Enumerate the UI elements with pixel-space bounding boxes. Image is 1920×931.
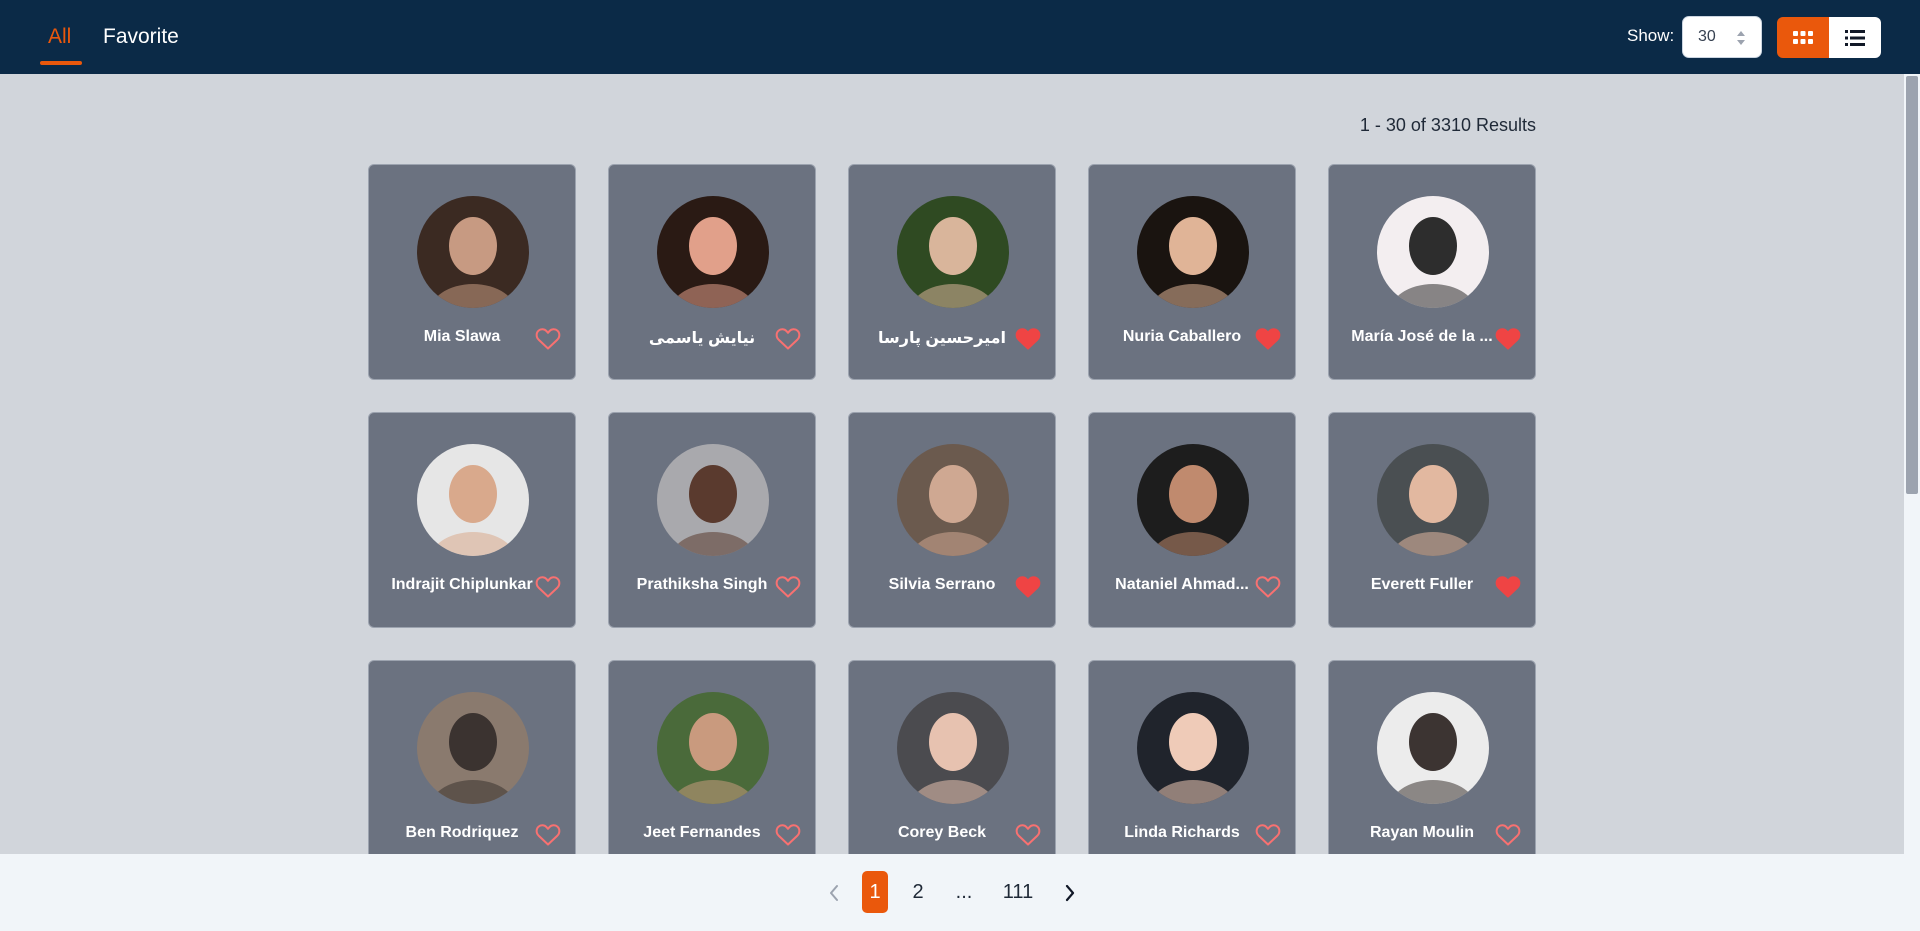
person-name: Nuria Caballero: [1122, 328, 1242, 345]
heart-outline-icon[interactable]: [1495, 823, 1521, 847]
grid-icon: [1793, 30, 1813, 44]
list-icon: [1845, 29, 1865, 46]
avatar: [1377, 692, 1489, 804]
top-header: All Favorite Show: 30: [0, 0, 1920, 74]
page-size-value: 30: [1698, 28, 1716, 45]
avatar: [897, 196, 1009, 308]
heart-filled-icon[interactable]: [1015, 327, 1041, 351]
heart-outline-icon[interactable]: [1015, 823, 1041, 847]
avatar: [1137, 196, 1249, 308]
avatar: [1377, 444, 1489, 556]
avatar: [897, 444, 1009, 556]
person-card[interactable]: Prathiksha Singh: [608, 412, 816, 628]
heart-outline-icon[interactable]: [775, 823, 801, 847]
person-name: Mia Slawa: [423, 328, 501, 345]
person-card[interactable]: Corey Beck: [848, 660, 1056, 876]
spinner-arrows-icon[interactable]: [1735, 29, 1747, 47]
prev-page-button[interactable]: [824, 854, 844, 931]
avatar: [1377, 196, 1489, 308]
avatar: [417, 692, 529, 804]
heart-outline-icon[interactable]: [775, 327, 801, 351]
heart-outline-icon[interactable]: [535, 575, 561, 599]
person-card[interactable]: Everett Fuller: [1328, 412, 1536, 628]
person-card[interactable]: Nuria Caballero: [1088, 164, 1296, 380]
person-card[interactable]: María José de la ...: [1328, 164, 1536, 380]
list-view-button[interactable]: [1829, 17, 1881, 58]
avatar: [897, 692, 1009, 804]
person-name: Everett Fuller: [1370, 576, 1474, 593]
active-tab-indicator: [40, 61, 82, 65]
grid-view-button[interactable]: [1777, 17, 1829, 58]
person-name: امیرحسین پارسا: [877, 330, 1007, 347]
person-card[interactable]: Silvia Serrano: [848, 412, 1056, 628]
person-name: نیایش یاسمی: [648, 330, 756, 347]
person-name: Rayan Moulin: [1369, 824, 1474, 841]
heart-filled-icon[interactable]: [1015, 575, 1041, 599]
person-card[interactable]: Jeet Fernandes: [608, 660, 816, 876]
person-card[interactable]: Indrajit Chiplunkar: [368, 412, 576, 628]
person-card[interactable]: Linda Richards: [1088, 660, 1296, 876]
avatar: [657, 196, 769, 308]
person-card[interactable]: Ben Rodriquez: [368, 660, 576, 876]
heart-outline-icon[interactable]: [1255, 575, 1281, 599]
pagination-bar: 1 2 ... 111: [0, 854, 1904, 931]
person-card[interactable]: نیایش یاسمی: [608, 164, 816, 380]
person-name: Indrajit Chiplunkar: [391, 576, 533, 593]
next-page-button[interactable]: [1060, 854, 1080, 931]
avatar: [657, 692, 769, 804]
person-name: Silvia Serrano: [888, 576, 996, 593]
heart-outline-icon[interactable]: [535, 823, 561, 847]
chevron-left-icon: [830, 884, 838, 901]
results-count: 1 - 30 of 3310 Results: [1359, 115, 1536, 135]
person-card[interactable]: Mia Slawa: [368, 164, 576, 380]
page-2-button[interactable]: 2: [906, 854, 930, 931]
avatar: [657, 444, 769, 556]
pagination-ellipsis: ...: [955, 881, 973, 903]
person-name: Ben Rodriquez: [405, 824, 519, 841]
avatar: [1137, 692, 1249, 804]
person-name: Prathiksha Singh: [636, 576, 768, 593]
page-111-button[interactable]: 111: [998, 854, 1038, 931]
scrollbar-thumb[interactable]: [1906, 76, 1918, 494]
person-name: Linda Richards: [1124, 824, 1240, 841]
avatar: [417, 444, 529, 556]
avatar: [417, 196, 529, 308]
heart-filled-icon[interactable]: [1495, 575, 1521, 599]
avatar: [1137, 444, 1249, 556]
person-name: María José de la ...: [1351, 328, 1493, 345]
heart-filled-icon[interactable]: [1255, 327, 1281, 351]
page-1-button[interactable]: 1: [862, 871, 888, 913]
heart-outline-icon[interactable]: [1255, 823, 1281, 847]
person-card[interactable]: Nataniel Ahmad...: [1088, 412, 1296, 628]
person-name: Jeet Fernandes: [643, 824, 761, 841]
page-size-select[interactable]: 30: [1682, 16, 1762, 58]
person-name: Corey Beck: [897, 824, 987, 841]
heart-filled-icon[interactable]: [1495, 327, 1521, 351]
tab-favorite[interactable]: Favorite: [103, 0, 179, 74]
person-card[interactable]: امیرحسین پارسا: [848, 164, 1056, 380]
person-card[interactable]: Rayan Moulin: [1328, 660, 1536, 876]
show-label: Show:: [1627, 26, 1675, 45]
person-name: Nataniel Ahmad...: [1115, 576, 1249, 593]
heart-outline-icon[interactable]: [775, 575, 801, 599]
chevron-right-icon: [1065, 884, 1075, 901]
heart-outline-icon[interactable]: [535, 327, 561, 351]
